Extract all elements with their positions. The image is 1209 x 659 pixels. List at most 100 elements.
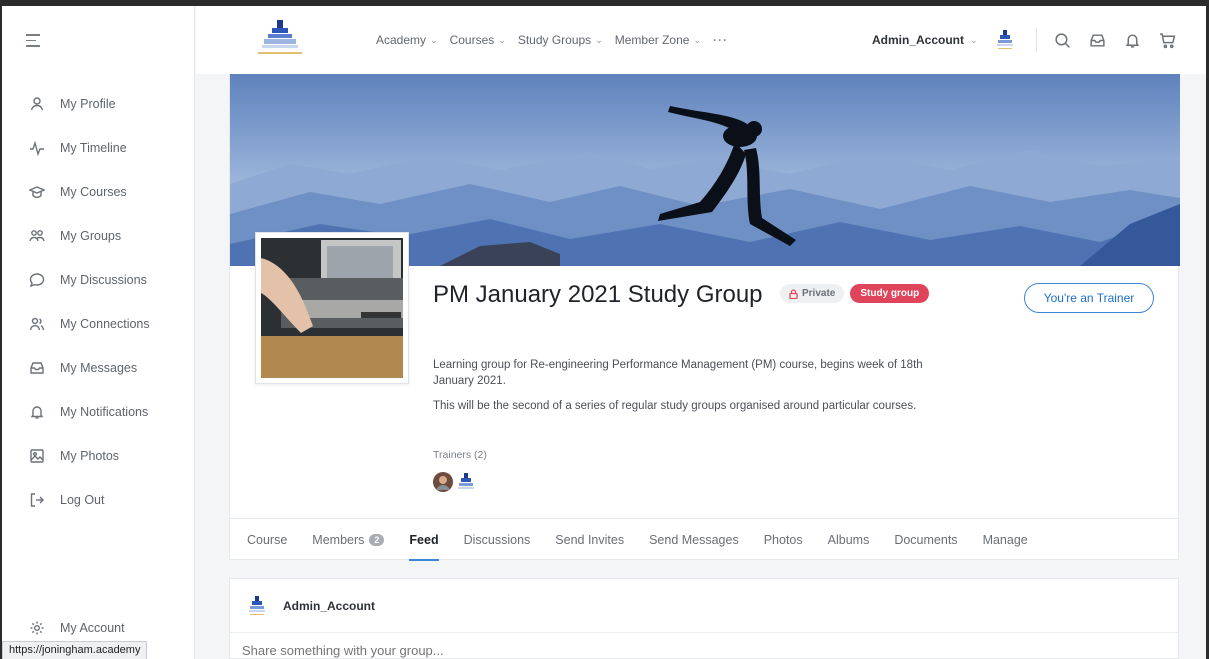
menu-toggle-icon[interactable] [26, 34, 44, 48]
user-icon [28, 95, 46, 113]
chevron-down-icon[interactable]: ⌄ [970, 35, 978, 46]
tab-course[interactable]: Course [247, 519, 287, 561]
chevron-down-icon: ⌄ [430, 34, 438, 45]
private-badge: Private [780, 284, 845, 303]
tab-documents[interactable]: Documents [894, 519, 957, 561]
bell-icon[interactable] [1124, 32, 1141, 49]
user-menu[interactable]: Admin_Account ⌄ [872, 6, 1016, 74]
sidebar-item-my-discussions[interactable]: My Discussions [2, 258, 194, 302]
sidebar-item-label: My Messages [60, 361, 138, 375]
sidebar-item-label: My Groups [60, 229, 122, 243]
sidebar-item-label: My Discussions [60, 273, 147, 287]
tab-label: Discussions [463, 532, 531, 547]
cart-icon[interactable] [1159, 32, 1176, 49]
group-badges: Private Study group [780, 284, 930, 303]
sidebar-item-my-groups[interactable]: My Groups [2, 214, 194, 258]
nav-academy[interactable]: Academy ⌄ [376, 33, 438, 47]
sidebar-nav: My Profile My Timeline My Courses My Gro… [2, 82, 194, 522]
chevron-down-icon: ⌄ [595, 34, 603, 45]
nav-member-zone[interactable]: Member Zone ⌄ [615, 33, 701, 47]
post-input[interactable] [242, 643, 842, 658]
private-badge-label: Private [802, 288, 836, 299]
avatar[interactable] [456, 472, 476, 492]
tab-photos[interactable]: Photos [764, 519, 803, 561]
tab-albums[interactable]: Albums [828, 519, 870, 561]
logout-icon [28, 491, 46, 509]
sidebar-item-label: My Connections [60, 317, 150, 331]
trainer-role-button[interactable]: You're an Trainer [1024, 283, 1154, 313]
activity-icon [28, 139, 46, 157]
chat-bubble-icon [28, 271, 46, 289]
avatar[interactable] [433, 472, 453, 492]
connections-icon [28, 315, 46, 333]
tab-label: Manage [982, 532, 1028, 547]
sidebar-item-my-messages[interactable]: My Messages [2, 346, 194, 390]
members-count-badge: 2 [369, 533, 385, 546]
tab-label: Send Invites [555, 532, 625, 547]
sidebar-item-label: My Notifications [60, 405, 149, 419]
chevron-down-icon: ⌄ [498, 34, 506, 45]
search-icon[interactable] [1054, 32, 1071, 49]
sidebar-item-label: My Account [60, 621, 125, 635]
status-bar-url: https://joningham.academy [2, 641, 148, 659]
sidebar-item-my-connections[interactable]: My Connections [2, 302, 194, 346]
tab-label: Send Messages [649, 532, 739, 547]
sidebar-item-my-photos[interactable]: My Photos [2, 434, 194, 478]
user-name[interactable]: Admin_Account [872, 33, 964, 47]
group-tabs: Course Members 2 Feed Discussions Send In… [230, 518, 1178, 561]
composer-header: Admin_Account [230, 579, 1178, 633]
sidebar-item-log-out[interactable]: Log Out [2, 478, 194, 522]
header-actions [1054, 6, 1176, 74]
trainers-label: Trainers (2) [433, 449, 487, 461]
nav-study-groups[interactable]: Study Groups ⌄ [518, 33, 603, 47]
group-description: Learning group for Re-engineering Perfor… [433, 357, 943, 423]
sidebar-item-my-courses[interactable]: My Courses [2, 170, 194, 214]
bell-icon [28, 403, 46, 421]
tab-send-messages[interactable]: Send Messages [649, 519, 739, 561]
sidebar-item-label: Log Out [60, 493, 105, 507]
avatar[interactable] [994, 29, 1016, 51]
description-paragraph: Learning group for Re-engineering Perfor… [433, 359, 923, 387]
tab-label: Documents [894, 532, 958, 547]
photo-icon [28, 447, 46, 465]
more-menu-icon[interactable]: ··· [713, 33, 728, 47]
nav-label: Courses [449, 33, 495, 47]
nav-label: Study Groups [517, 33, 592, 47]
sidebar-item-label: My Timeline [60, 141, 127, 155]
graduation-cap-icon [28, 183, 46, 201]
tab-label: Members [312, 532, 365, 547]
tab-manage[interactable]: Manage [983, 519, 1028, 561]
sidebar-item-label: My Profile [60, 97, 116, 111]
tab-label: Photos [763, 532, 803, 547]
tab-label: Feed [409, 532, 439, 547]
inbox-icon[interactable] [1089, 32, 1106, 49]
page-title: PM January 2021 Study Group [433, 281, 763, 308]
lock-icon [789, 288, 798, 299]
post-composer: Admin_Account [229, 578, 1179, 659]
nav-label: Member Zone [614, 33, 690, 47]
nav-label: Academy [376, 33, 427, 47]
tab-label: Course [247, 532, 288, 547]
inbox-icon [28, 359, 46, 377]
primary-nav: Academy ⌄ Courses ⌄ Study Groups ⌄ Member Z… [376, 6, 728, 74]
nav-courses[interactable]: Courses ⌄ [450, 33, 506, 47]
tab-send-invites[interactable]: Send Invites [555, 519, 624, 561]
site-logo[interactable] [248, 18, 310, 60]
sidebar-item-my-timeline[interactable]: My Timeline [2, 126, 194, 170]
sidebar-item-my-profile[interactable]: My Profile [2, 82, 194, 126]
top-header: Academy ⌄ Courses ⌄ Study Groups ⌄ Member Z… [196, 6, 1206, 74]
tab-discussions[interactable]: Discussions [464, 519, 531, 561]
sidebar-item-my-notifications[interactable]: My Notifications [2, 390, 194, 434]
trainer-avatars [433, 472, 476, 492]
tab-label: Albums [827, 532, 870, 547]
header-divider [1036, 28, 1037, 52]
gear-icon [28, 619, 46, 637]
tab-feed[interactable]: Feed [409, 519, 439, 561]
composer-user-name: Admin_Account [283, 598, 376, 613]
study-group-badge: Study group [850, 284, 930, 303]
group-photo [255, 232, 409, 384]
group-header-card: PM January 2021 Study Group Private Stud… [229, 74, 1180, 561]
tab-members[interactable]: Members 2 [312, 519, 385, 561]
chevron-down-icon: ⌄ [693, 34, 701, 45]
sidebar-item-label: My Photos [60, 449, 120, 463]
